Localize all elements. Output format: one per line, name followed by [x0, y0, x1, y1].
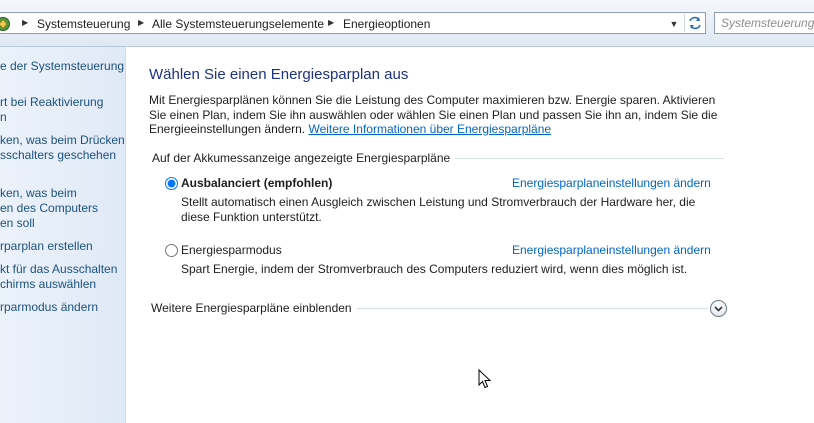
radio-ausbalanciert[interactable]: [165, 177, 178, 190]
page-title: Wählen Sie einen Energiesparplan aus: [149, 66, 409, 83]
plan-description-ausbalanciert: Stellt automatisch einen Ausgleich zwisc…: [181, 195, 696, 224]
nav-link-zuklappen[interactable]: ken, was beim en des Computers en soll: [0, 186, 125, 231]
nav-link-netzschalter[interactable]: ken, was beim Drücken sschalters gescheh…: [0, 133, 125, 163]
nav-link-startseite[interactable]: e der Systemsteuerung: [0, 59, 125, 74]
breadcrumb-alle-elemente[interactable]: Alle Systemsteuerungselemente: [152, 17, 324, 31]
left-nav-pane: e der Systemsteuerung rt bei Reaktivieru…: [0, 47, 126, 423]
plan-description-energiesparmodus: Spart Energie, indem der Stromverbrauch …: [181, 262, 688, 276]
nav-link-plan-erstellen[interactable]: rparplan erstellen: [0, 239, 125, 254]
refresh-icon[interactable]: [684, 14, 705, 32]
address-history-dropdown-icon[interactable]: ▼: [667, 17, 681, 31]
nav-link-kennwort-reaktivierung[interactable]: rt bei Reaktivierung n: [0, 95, 125, 125]
nav-link-bildschirm-ausschalten[interactable]: kt für das Ausschalten chirms auswählen: [0, 262, 125, 292]
plan-name-energiesparmodus[interactable]: Energiesparmodus: [181, 243, 282, 257]
expand-more-plans-button[interactable]: [710, 300, 727, 317]
control-panel-icon: [0, 17, 10, 31]
plan-settings-link-ausbalanciert[interactable]: Energiesparplaneinstellungen ändern: [512, 176, 711, 190]
breadcrumb-separator-icon[interactable]: ▶: [328, 18, 334, 27]
plan-name-ausbalanciert[interactable]: Ausbalanciert (empfohlen): [181, 176, 332, 190]
plan-settings-link-energiesparmodus[interactable]: Energiesparplaneinstellungen ändern: [512, 243, 711, 257]
chevron-down-icon: [714, 306, 723, 312]
breadcrumb-separator-icon[interactable]: ▶: [22, 18, 28, 27]
breadcrumb-energieoptionen[interactable]: Energieoptionen: [343, 17, 430, 31]
address-box[interactable]: ▶ Systemsteuerung ▶ Alle Systemsteuerung…: [0, 12, 706, 34]
more-plans-label[interactable]: Weitere Energiesparpläne einblenden: [151, 301, 357, 315]
breadcrumb-systemsteuerung[interactable]: Systemsteuerung: [37, 17, 130, 31]
nav-link-energiesparmodus[interactable]: rparmodus ändern: [0, 300, 125, 315]
more-info-link[interactable]: Weitere Informationen über Energiesparpl…: [308, 122, 551, 136]
breadcrumb-separator-icon[interactable]: ▶: [138, 18, 144, 27]
intro-text: Mit Energiesparplänen können Sie die Lei…: [149, 93, 727, 137]
search-box[interactable]: [714, 12, 814, 34]
group-header: Auf der Akkumessanzeige angezeigte Energ…: [152, 151, 456, 165]
radio-energiesparmodus[interactable]: [165, 244, 178, 257]
address-bar: ▶ Systemsteuerung ▶ Alle Systemsteuerung…: [0, 0, 814, 47]
search-input[interactable]: [721, 14, 814, 32]
mouse-pointer-icon: [478, 369, 492, 389]
